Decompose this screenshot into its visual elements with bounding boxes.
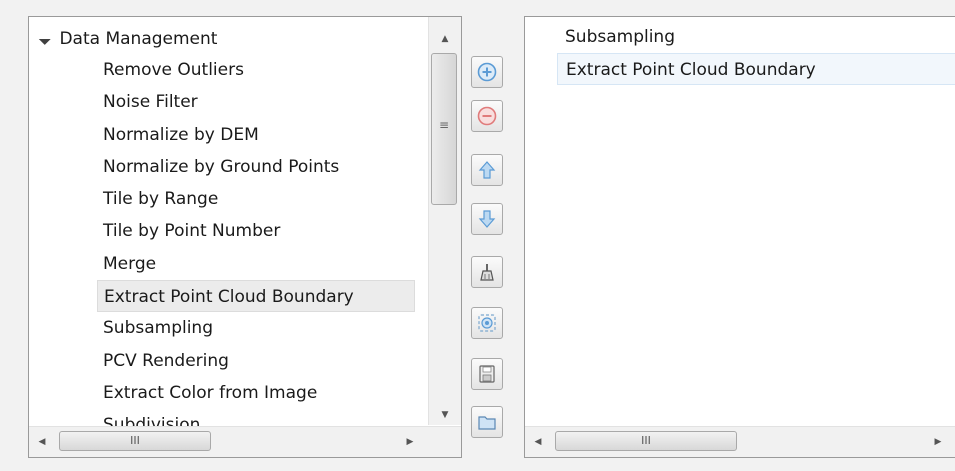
- horizontal-scrollbar[interactable]: ◀ III ▶: [525, 426, 955, 457]
- move-up-button[interactable]: [471, 154, 503, 186]
- scroll-left-arrow-icon[interactable]: ◀: [31, 427, 53, 457]
- tree-item[interactable]: Normalize by Ground Points: [97, 151, 415, 183]
- save-icon: [476, 363, 498, 385]
- tree-item[interactable]: Extract Point Cloud Boundary: [97, 280, 415, 313]
- brush-icon: [476, 261, 498, 283]
- tree-item[interactable]: Normalize by DEM: [97, 119, 415, 151]
- horizontal-scroll-thumb[interactable]: III: [59, 431, 211, 451]
- tree-item[interactable]: PCV Rendering: [97, 345, 415, 377]
- open-button[interactable]: [471, 406, 503, 438]
- tree-item[interactable]: Remove Outliers: [97, 54, 415, 86]
- remove-button[interactable]: [471, 100, 503, 132]
- clear-button[interactable]: [471, 256, 503, 288]
- target-icon: [476, 312, 498, 334]
- tree-item[interactable]: Extract Color from Image: [97, 377, 415, 409]
- selected-steps-panel[interactable]: Subsampling Extract Point Cloud Boundary …: [524, 16, 955, 458]
- settings-button[interactable]: [471, 307, 503, 339]
- tree-item[interactable]: Noise Filter: [97, 86, 415, 118]
- minus-circle-icon: [476, 105, 498, 127]
- scroll-down-arrow-icon[interactable]: ▼: [429, 405, 461, 425]
- add-button[interactable]: [471, 56, 503, 88]
- tree-item[interactable]: Tile by Range: [97, 183, 415, 215]
- horizontal-scroll-thumb[interactable]: III: [555, 431, 737, 451]
- expand-arrow-icon[interactable]: ◢: [38, 31, 53, 46]
- tree-item[interactable]: Merge: [97, 248, 415, 280]
- scroll-right-arrow-icon[interactable]: ▶: [927, 427, 949, 457]
- tree-item[interactable]: Tile by Point Number: [97, 215, 415, 247]
- move-down-button[interactable]: [471, 203, 503, 235]
- save-button[interactable]: [471, 358, 503, 390]
- arrow-down-icon: [476, 208, 498, 230]
- tree-item-list: Remove Outliers Noise Filter Normalize by …: [97, 54, 415, 442]
- tree-root-label: Data Management: [59, 28, 218, 49]
- tree-item[interactable]: Subsampling: [97, 312, 415, 344]
- workflow-tree-panel[interactable]: ◢ Data Management Remove Outliers Noise F…: [28, 16, 462, 458]
- vertical-scrollbar[interactable]: ▲ ≡ ▼: [428, 17, 461, 425]
- scroll-grip-icon: ≡: [438, 118, 450, 132]
- list-item[interactable]: Extract Point Cloud Boundary: [557, 53, 955, 85]
- tree-root-data-management[interactable]: ◢ Data Management: [38, 23, 218, 54]
- arrow-up-icon: [476, 159, 498, 181]
- scrollbar-corner: [429, 427, 461, 457]
- scroll-up-arrow-icon[interactable]: ▲: [429, 29, 461, 49]
- hscroll-grip-icon: III: [130, 434, 140, 447]
- list-item[interactable]: Subsampling: [557, 21, 955, 53]
- hscroll-grip-icon: III: [641, 434, 651, 447]
- vertical-scroll-thumb[interactable]: ≡: [431, 53, 457, 205]
- scroll-left-arrow-icon[interactable]: ◀: [527, 427, 549, 457]
- scroll-right-arrow-icon[interactable]: ▶: [399, 427, 421, 457]
- selected-step-list: Subsampling Extract Point Cloud Boundary: [557, 21, 955, 85]
- horizontal-scrollbar[interactable]: ◀ III ▶: [29, 426, 461, 457]
- folder-icon: [476, 411, 498, 433]
- plus-circle-icon: [476, 61, 498, 83]
